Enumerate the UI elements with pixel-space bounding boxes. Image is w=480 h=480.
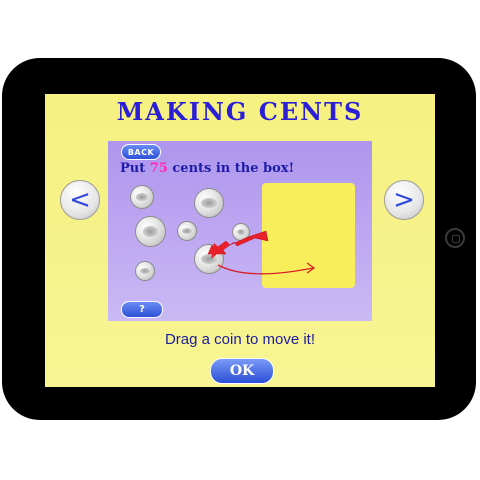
help-button[interactable]: ? (121, 301, 163, 318)
home-button[interactable] (445, 228, 465, 248)
game-title: MAKING CENTS (116, 97, 364, 126)
game-screen: MAKING CENTS BACK Put 75 cents in the bo… (45, 94, 435, 387)
activity-panel: BACK Put 75 cents in the box! ? (108, 141, 372, 321)
next-button[interactable]: > (384, 180, 424, 220)
hint-arrow-graphic (207, 230, 316, 275)
previous-button[interactable]: < (60, 180, 100, 220)
instruction-text: Drag a coin to move it! (164, 331, 316, 348)
swipe-path-icon (217, 264, 314, 275)
ok-button[interactable]: OK (210, 358, 274, 384)
